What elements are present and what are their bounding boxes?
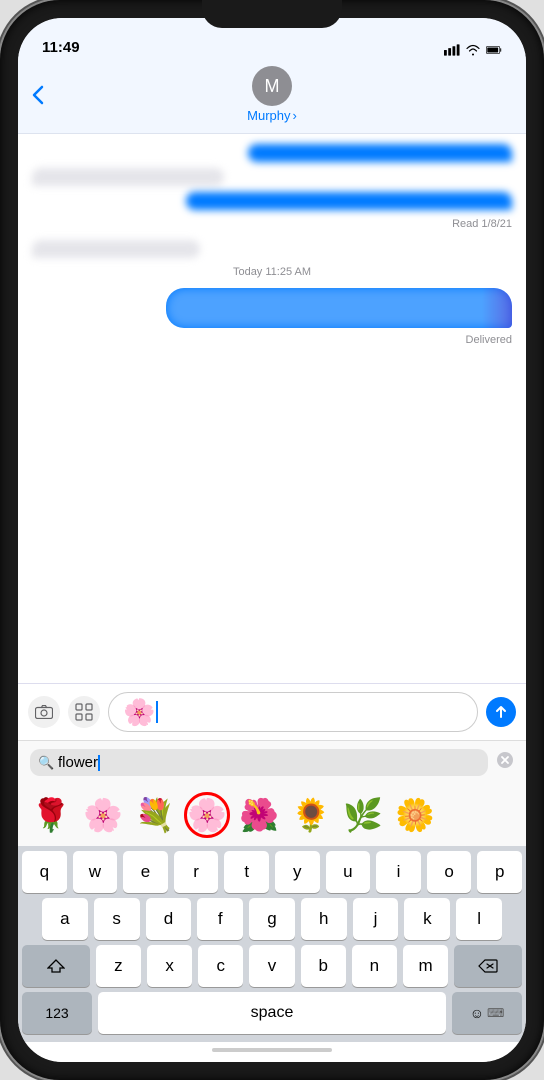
- message-row: [32, 144, 512, 162]
- input-area: 🌸: [18, 683, 526, 740]
- delivered-label: Delivered: [32, 334, 512, 346]
- key-r[interactable]: r: [174, 851, 219, 893]
- keyboard: q w e r t y u i o p a s d f g h j k: [18, 846, 526, 1042]
- key-f[interactable]: f: [197, 898, 243, 940]
- emoji-rose[interactable]: 🌹: [28, 792, 74, 838]
- key-y[interactable]: y: [275, 851, 320, 893]
- messages-area: Read 1/8/21 Today 11:25 AM Delivered: [18, 134, 526, 683]
- key-w[interactable]: w: [73, 851, 118, 893]
- search-field[interactable]: 🔍 flower: [30, 749, 488, 776]
- sent-bubble: [248, 144, 512, 162]
- sent-bubble: [166, 288, 512, 328]
- today-timestamp: Today 11:25 AM: [32, 266, 512, 278]
- search-text: flower: [58, 754, 98, 771]
- emoji-hibiscus[interactable]: 🌺: [236, 792, 282, 838]
- key-n[interactable]: n: [352, 945, 397, 987]
- key-x[interactable]: x: [147, 945, 192, 987]
- key-b[interactable]: b: [301, 945, 346, 987]
- message-row: [32, 168, 512, 186]
- key-e[interactable]: e: [123, 851, 168, 893]
- status-time: 11:49: [42, 39, 80, 56]
- contact-header[interactable]: M Murphy ›: [247, 66, 297, 123]
- key-u[interactable]: u: [326, 851, 371, 893]
- key-k[interactable]: k: [404, 898, 450, 940]
- message-row: [32, 192, 512, 210]
- clear-search-button[interactable]: [496, 751, 514, 774]
- delete-key[interactable]: [454, 945, 522, 987]
- emoji-bouquet[interactable]: 💐: [132, 792, 178, 838]
- key-g[interactable]: g: [249, 898, 295, 940]
- send-button[interactable]: [486, 697, 516, 727]
- key-a[interactable]: a: [42, 898, 88, 940]
- emoji-blossom-highlighted[interactable]: 🌸: [184, 792, 230, 838]
- keyboard-row-3: z x c v b n m: [18, 940, 526, 987]
- text-cursor: [156, 701, 158, 723]
- back-button[interactable]: [32, 85, 44, 105]
- emoji-cherry-blossom[interactable]: 🌸: [80, 792, 126, 838]
- key-m[interactable]: m: [403, 945, 448, 987]
- key-p[interactable]: p: [477, 851, 522, 893]
- key-c[interactable]: c: [198, 945, 243, 987]
- numbers-key[interactable]: 123: [22, 992, 92, 1034]
- message-row: [32, 240, 512, 258]
- avatar: M: [252, 66, 292, 106]
- key-o[interactable]: o: [427, 851, 472, 893]
- message-row: [32, 288, 512, 328]
- emoji-strip: 🌹 🌸 💐 🌸 🌺 🌻 🌿 🌼: [18, 784, 526, 846]
- notch: [202, 0, 342, 28]
- sent-bubble: [186, 192, 512, 210]
- search-cursor: [98, 755, 100, 771]
- phone-frame: 11:49: [0, 0, 544, 1080]
- apps-button[interactable]: [68, 696, 100, 728]
- read-timestamp: Read 1/8/21: [32, 218, 512, 230]
- key-l[interactable]: l: [456, 898, 502, 940]
- key-v[interactable]: v: [249, 945, 294, 987]
- emoji-sunflower[interactable]: 🌻: [288, 792, 334, 838]
- emoji-search-bar: 🔍 flower: [18, 740, 526, 784]
- shift-key[interactable]: [22, 945, 90, 987]
- keyboard-row-1: q w e r t y u i o p: [18, 846, 526, 893]
- key-z[interactable]: z: [96, 945, 141, 987]
- flower-emoji-in-input: 🌸: [123, 699, 155, 725]
- signal-icon: [444, 44, 460, 56]
- key-q[interactable]: q: [22, 851, 67, 893]
- contact-name: Murphy ›: [247, 108, 297, 123]
- nav-bar: M Murphy ›: [18, 62, 526, 134]
- key-h[interactable]: h: [301, 898, 347, 940]
- key-i[interactable]: i: [376, 851, 421, 893]
- received-bubble: [32, 240, 200, 258]
- key-t[interactable]: t: [224, 851, 269, 893]
- home-indicator: [18, 1042, 526, 1062]
- emoji-herb[interactable]: 🌿: [340, 792, 386, 838]
- camera-button[interactable]: [28, 696, 60, 728]
- keyboard-row-2: a s d f g h j k l: [18, 893, 526, 940]
- key-j[interactable]: j: [353, 898, 399, 940]
- wifi-icon: [465, 44, 481, 56]
- search-icon: 🔍: [38, 755, 54, 771]
- message-input[interactable]: 🌸: [108, 692, 478, 732]
- key-d[interactable]: d: [146, 898, 192, 940]
- emoji-blossom2[interactable]: 🌼: [392, 792, 438, 838]
- battery-icon: [486, 44, 502, 56]
- home-bar: [212, 1048, 332, 1052]
- received-bubble: [32, 168, 224, 186]
- phone-screen: 11:49: [18, 18, 526, 1062]
- keyboard-bottom-row: 123 space ☺ ⌨: [18, 987, 526, 1042]
- emoji-keyboard-key[interactable]: ☺ ⌨: [452, 992, 522, 1034]
- status-icons: [444, 44, 502, 56]
- space-key[interactable]: space: [98, 992, 446, 1034]
- key-s[interactable]: s: [94, 898, 140, 940]
